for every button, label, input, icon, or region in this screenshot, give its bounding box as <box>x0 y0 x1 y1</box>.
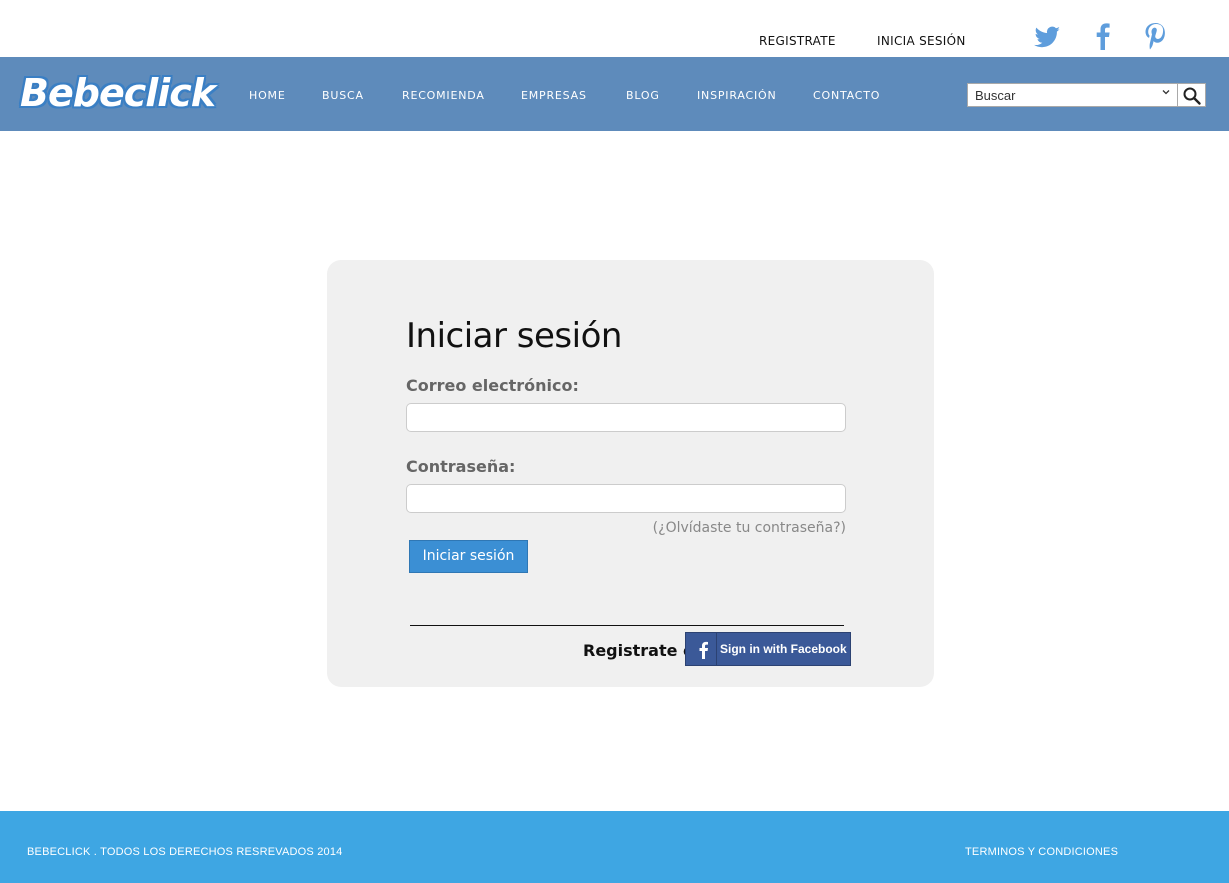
password-field[interactable] <box>406 484 846 513</box>
register-prompt: Registrate o <box>583 641 695 660</box>
divider <box>410 625 844 626</box>
search-bar: Buscar <box>967 83 1206 107</box>
facebook-button-separator <box>716 633 717 665</box>
nav-item-home[interactable]: HOME <box>249 89 286 102</box>
login-link[interactable]: INICIA SESIÓN <box>877 34 966 48</box>
footer: BEBECLICK . TODOS LOS DERECHOS RESREVADO… <box>0 811 1229 883</box>
main-navbar: Bebeclick HOME BUSCA RECOMIENDA EMPRESAS… <box>0 57 1229 131</box>
nav-item-busca[interactable]: BUSCA <box>322 89 364 102</box>
search-button[interactable] <box>1178 83 1206 107</box>
nav-item-inspiracion[interactable]: INSPIRACIÓN <box>697 89 776 102</box>
nav-item-empresas[interactable]: EMPRESAS <box>521 89 587 102</box>
password-label: Contraseña: <box>406 457 516 476</box>
forgot-password-link[interactable]: (¿Olvídaste tu contraseña?) <box>653 520 846 536</box>
facebook-icon[interactable] <box>1088 20 1118 52</box>
twitter-icon[interactable] <box>1032 20 1062 52</box>
search-select[interactable]: Buscar <box>967 83 1178 107</box>
nav-item-contacto[interactable]: CONTACTO <box>813 89 880 102</box>
page-title: Iniciar sesión <box>406 316 622 356</box>
chevron-down-icon <box>1161 87 1171 100</box>
nav-item-blog[interactable]: BLOG <box>626 89 660 102</box>
logo-text: Bebeclick <box>20 71 216 115</box>
bebeclick-logo[interactable]: Bebeclick <box>20 67 216 117</box>
footer-copyright: BEBECLICK . TODOS LOS DERECHOS RESREVADO… <box>27 846 343 858</box>
register-link[interactable]: REGISTRATE <box>759 34 836 48</box>
email-field[interactable] <box>406 403 846 432</box>
facebook-button-label: Sign in with Facebook <box>720 642 847 656</box>
search-icon <box>1182 86 1202 111</box>
nav-item-recomienda[interactable]: RECOMIENDA <box>402 89 485 102</box>
email-label: Correo electrónico: <box>406 376 579 395</box>
login-submit-button[interactable]: Iniciar sesión <box>409 540 528 573</box>
pinterest-icon[interactable] <box>1140 20 1170 52</box>
terms-link[interactable]: TERMINOS Y CONDICIONES <box>965 846 1118 858</box>
search-select-value: Buscar <box>975 88 1016 103</box>
login-card: Iniciar sesión Correo electrónico: Contr… <box>327 260 934 687</box>
facebook-icon <box>696 640 710 660</box>
top-bar: REGISTRATE INICIA SESIÓN <box>0 0 1229 57</box>
facebook-signin-button[interactable]: Sign in with Facebook <box>685 632 851 666</box>
